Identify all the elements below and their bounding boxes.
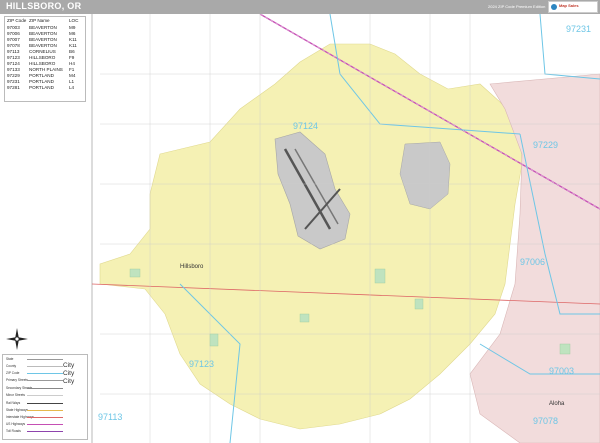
zip-label-97078: 97078 [533,416,559,426]
zip-table-header: ZIP Code ZIP Name LOC [5,18,85,24]
col-zip-name: ZIP Name [29,18,50,23]
zip-label-97231: 97231 [566,24,592,34]
edition-label: 2024 ZIP Code Premium Edition [488,4,546,9]
legend-row: ZIP Code City [6,370,75,377]
brand-logo: Map Sales [548,1,598,13]
map-legend: State County City ZIP Code City Primary St… [2,354,88,440]
north-arrow-icon [6,328,28,350]
brand-name: Map Sales [559,3,579,8]
zip-label-97229: 97229 [533,140,559,150]
legend-row: Secondary Streets [5,386,89,391]
map-canvas[interactable] [0,14,600,443]
brand-globe-icon [551,4,557,10]
legend-row: County City [6,362,75,369]
legend-row: Interstate Highways [5,415,89,420]
col-zip-code: ZIP Code [7,18,27,23]
place-hillsboro: Hillsboro [180,264,204,270]
legend-row: Primary Streets City [6,378,75,385]
zip-label-97003: 97003 [549,366,575,376]
legend-row: State Highways [5,408,89,413]
place-aloha: Aloha [549,401,565,407]
zip-label-97006: 97006 [520,257,546,267]
legend-row: Toll Roads [5,429,89,434]
legend-row: Rail Ways [5,401,89,406]
legend-row: Minor Streets [5,393,89,398]
zip-label-97124: 97124 [293,121,319,131]
title-bar: HILLSBORO, OR 2024 ZIP Code Premium Edit… [0,0,600,14]
table-row: 97281 PORTLAND L4 [7,85,75,90]
col-loc: LOC [69,18,79,23]
zip-code-table: ZIP Code ZIP Name LOC 97003 BEAVERTON M9 9… [4,16,86,102]
zip-label-97113: 97113 [98,412,123,422]
legend-row: US Highways [5,422,89,427]
legend-row: State [5,357,89,362]
zip-label-97123: 97123 [189,359,215,369]
map-page: HILLSBORO, OR 2024 ZIP Code Premium Edit… [0,0,600,443]
map-title: HILLSBORO, OR [6,1,82,11]
